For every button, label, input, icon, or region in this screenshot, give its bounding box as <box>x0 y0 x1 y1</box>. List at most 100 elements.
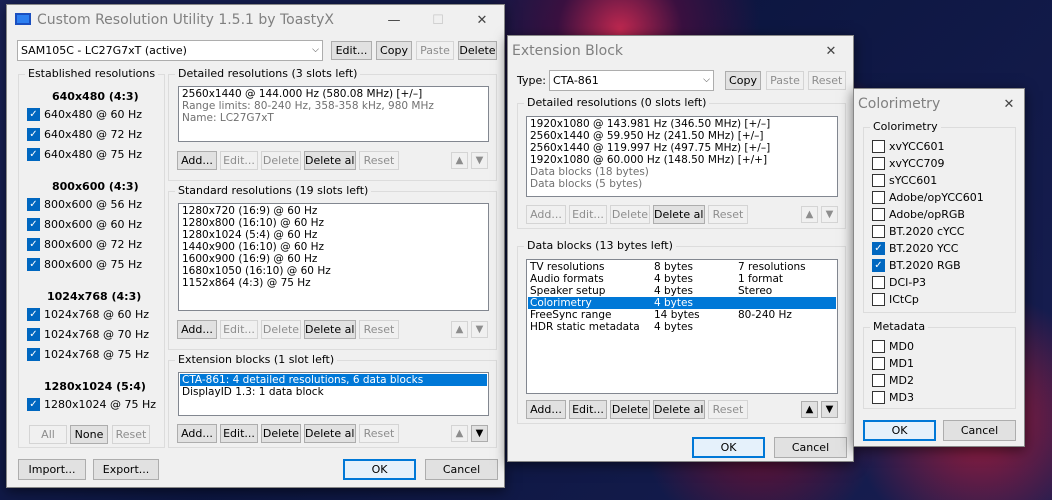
colorimetry-checkbox[interactable]: xvYCC709 <box>872 157 945 170</box>
list-item[interactable]: 1280x720 (16:9) @ 60 Hz <box>180 205 487 217</box>
delete-extension-button[interactable]: Delete <box>261 424 301 443</box>
list-item[interactable]: Name: LC27G7xT <box>180 112 487 124</box>
list-item[interactable]: 1600x900 (16:9) @ 60 Hz <box>180 253 487 265</box>
monitor-select[interactable]: SAM105C - LC27G7xT (active) ⌵ <box>17 40 323 61</box>
delete-all-datablock-button[interactable]: Delete all <box>653 400 705 419</box>
list-item[interactable]: 1920x1080 @ 143.981 Hz (346.50 MHz) [+/–… <box>528 118 836 130</box>
close-icon[interactable]: ✕ <box>994 89 1024 119</box>
delete-button[interactable]: Delete <box>458 41 497 60</box>
delete-ext-detailed-button[interactable]: Delete <box>610 205 650 224</box>
arrow-down-icon[interactable]: ▼ <box>471 321 488 338</box>
none-button[interactable]: None <box>70 425 108 444</box>
all-button[interactable]: All <box>29 425 67 444</box>
reset-extension-button[interactable]: Reset <box>359 424 399 443</box>
list-item[interactable]: FreeSync range 14 bytes 80-240 Hz <box>528 309 836 321</box>
list-item[interactable]: Colorimetry 4 bytes <box>528 297 836 309</box>
delete-all-extension-button[interactable]: Delete all <box>304 424 356 443</box>
metadata-checkbox[interactable]: MD2 <box>872 374 914 387</box>
paste-button[interactable]: Paste <box>416 41 454 60</box>
minimize-icon[interactable]: — <box>372 5 416 35</box>
delete-detailed-button[interactable]: Delete <box>261 151 301 170</box>
cancel-ext-button[interactable]: Cancel <box>774 437 847 458</box>
add-detailed-button[interactable]: Add... <box>177 151 217 170</box>
res-checkbox[interactable]: ✓ 800x600 @ 72 Hz <box>27 238 142 251</box>
datablocks-list[interactable]: TV resolutions 8 bytes 7 resolutions Audio… <box>526 259 838 394</box>
delete-all-standard-button[interactable]: Delete all <box>304 320 356 339</box>
copy-ext-button[interactable]: Copy <box>725 71 761 90</box>
export-button[interactable]: Export... <box>93 459 159 480</box>
list-item[interactable]: HDR static metadata 4 bytes <box>528 321 836 333</box>
colorimetry-checkbox[interactable]: ✓ BT.2020 YCC <box>872 242 958 255</box>
cancel-button[interactable]: Cancel <box>425 459 498 480</box>
res-checkbox[interactable]: ✓ 1280x1024 @ 75 Hz <box>27 398 156 411</box>
colorimetry-checkbox[interactable]: ✓ BT.2020 RGB <box>872 259 961 272</box>
reset-ext-detailed-button[interactable]: Reset <box>708 205 748 224</box>
edit-ext-detailed-button[interactable]: Edit... <box>569 205 607 224</box>
close-icon[interactable]: ✕ <box>460 5 504 35</box>
delete-all-ext-detailed-button[interactable]: Delete all <box>653 205 705 224</box>
arrow-up-icon[interactable]: ▲ <box>451 321 468 338</box>
ext-detailed-list[interactable]: 1920x1080 @ 143.981 Hz (346.50 MHz) [+/–… <box>526 116 838 197</box>
list-item[interactable]: Data blocks (18 bytes) <box>528 166 836 178</box>
ok-ext-button[interactable]: OK <box>692 437 765 458</box>
edit-extension-button[interactable]: Edit... <box>220 424 258 443</box>
arrow-up-icon[interactable]: ▲ <box>451 425 468 442</box>
list-item[interactable]: 1680x1050 (16:10) @ 60 Hz <box>180 265 487 277</box>
arrow-up-icon[interactable]: ▲ <box>801 206 818 223</box>
add-extension-button[interactable]: Add... <box>177 424 217 443</box>
list-item[interactable]: 1920x1080 @ 60.000 Hz (148.50 MHz) [+/+] <box>528 154 836 166</box>
list-item[interactable]: DisplayID 1.3: 1 data block <box>180 386 487 398</box>
reset-standard-button[interactable]: Reset <box>359 320 399 339</box>
list-item[interactable]: CTA-861: 4 detailed resolutions, 6 data … <box>180 374 487 386</box>
list-item[interactable]: 2560x1440 @ 119.997 Hz (497.75 MHz) [+/–… <box>528 142 836 154</box>
res-checkbox[interactable]: ✓ 800x600 @ 60 Hz <box>27 218 142 231</box>
list-item[interactable]: 2560x1440 @ 59.950 Hz (241.50 MHz) [+/–] <box>528 130 836 142</box>
arrow-up-icon[interactable]: ▲ <box>451 152 468 169</box>
colorimetry-checkbox[interactable]: sYCC601 <box>872 174 937 187</box>
list-item[interactable]: 1280x800 (16:10) @ 60 Hz <box>180 217 487 229</box>
close-icon[interactable]: ✕ <box>809 36 853 66</box>
res-checkbox[interactable]: ✓ 640x480 @ 60 Hz <box>27 108 142 121</box>
arrow-up-icon[interactable]: ▲ <box>801 401 818 418</box>
edit-detailed-button[interactable]: Edit... <box>220 151 258 170</box>
colorimetry-checkbox[interactable]: DCI-P3 <box>872 276 926 289</box>
metadata-checkbox[interactable]: MD1 <box>872 357 914 370</box>
extension-list[interactable]: CTA-861: 4 detailed resolutions, 6 data … <box>178 372 489 416</box>
colorimetry-checkbox[interactable]: xvYCC601 <box>872 140 945 153</box>
ok-button[interactable]: OK <box>343 459 416 480</box>
list-item[interactable]: Speaker setup 4 bytes Stereo <box>528 285 836 297</box>
list-item[interactable]: TV resolutions 8 bytes 7 resolutions <box>528 261 836 273</box>
res-checkbox[interactable]: ✓ 1024x768 @ 75 Hz <box>27 348 149 361</box>
delete-standard-button[interactable]: Delete <box>261 320 301 339</box>
list-item[interactable]: 1440x900 (16:10) @ 60 Hz <box>180 241 487 253</box>
add-standard-button[interactable]: Add... <box>177 320 217 339</box>
metadata-checkbox[interactable]: MD3 <box>872 391 914 404</box>
paste-ext-button[interactable]: Paste <box>766 71 804 90</box>
arrow-down-icon[interactable]: ▼ <box>821 206 838 223</box>
edit-datablock-button[interactable]: Edit... <box>569 400 607 419</box>
list-item[interactable]: Audio formats 4 bytes 1 format <box>528 273 836 285</box>
detailed-list[interactable]: 2560x1440 @ 144.000 Hz (580.08 MHz) [+/–… <box>178 86 489 142</box>
arrow-down-icon[interactable]: ▼ <box>471 425 488 442</box>
colorimetry-checkbox[interactable]: Adobe/opRGB <box>872 208 965 221</box>
res-checkbox[interactable]: ✓ 640x480 @ 72 Hz <box>27 128 142 141</box>
standard-list[interactable]: 1280x720 (16:9) @ 60 Hz 1280x800 (16:10)… <box>178 203 489 311</box>
res-checkbox[interactable]: ✓ 800x600 @ 75 Hz <box>27 258 142 271</box>
list-item[interactable]: Range limits: 80-240 Hz, 358-358 kHz, 98… <box>180 100 487 112</box>
add-datablock-button[interactable]: Add... <box>526 400 566 419</box>
reset-ext-button[interactable]: Reset <box>808 71 846 90</box>
res-checkbox[interactable]: ✓ 800x600 @ 56 Hz <box>27 198 142 211</box>
res-checkbox[interactable]: ✓ 1024x768 @ 60 Hz <box>27 308 149 321</box>
cancel-color-button[interactable]: Cancel <box>943 420 1016 441</box>
arrow-down-icon[interactable]: ▼ <box>821 401 838 418</box>
list-item[interactable]: 1152x864 (4:3) @ 75 Hz <box>180 277 487 289</box>
delete-datablock-button[interactable]: Delete <box>610 400 650 419</box>
reset-detailed-button[interactable]: Reset <box>359 151 399 170</box>
reset-established-button[interactable]: Reset <box>112 425 150 444</box>
import-button[interactable]: Import... <box>18 459 86 480</box>
colorimetry-checkbox[interactable]: BT.2020 cYCC <box>872 225 964 238</box>
list-item[interactable]: 2560x1440 @ 144.000 Hz (580.08 MHz) [+/–… <box>180 88 487 100</box>
list-item[interactable]: 1280x1024 (5:4) @ 60 Hz <box>180 229 487 241</box>
edit-standard-button[interactable]: Edit... <box>220 320 258 339</box>
list-item[interactable]: Data blocks (5 bytes) <box>528 178 836 190</box>
